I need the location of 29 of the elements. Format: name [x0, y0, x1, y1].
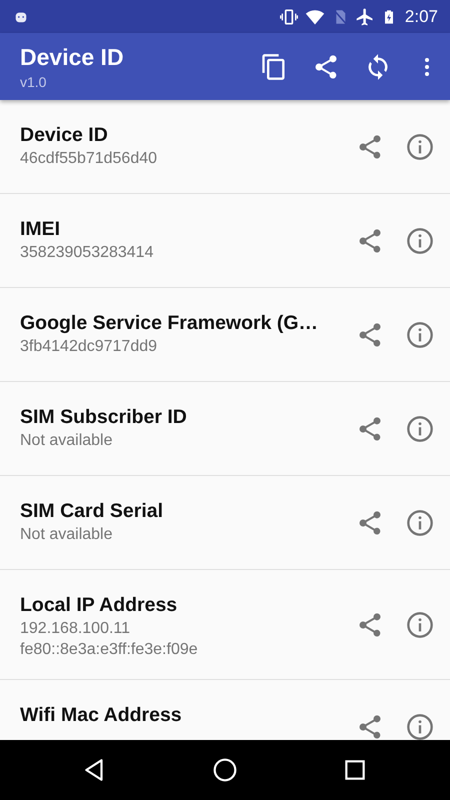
clock: 2:07	[404, 6, 438, 26]
info-icon	[406, 712, 434, 740]
app-version: v1.0	[20, 74, 48, 90]
item-title: SIM Card Serial	[20, 500, 164, 523]
info-icon	[406, 226, 434, 254]
home-icon	[212, 757, 238, 783]
info-icon	[406, 610, 434, 638]
app-title: Device ID	[20, 44, 124, 70]
info-icon	[406, 132, 434, 160]
item-title: Local IP Address	[20, 594, 178, 617]
item-value: 192.168.100.11	[20, 620, 132, 638]
info-icon	[406, 414, 434, 442]
item-value: Not available	[20, 432, 114, 450]
item-value: Not available	[20, 526, 114, 544]
item-title: IMEI	[20, 218, 62, 241]
item-title: SIM Subscriber ID	[20, 406, 188, 429]
robot-icon	[14, 10, 28, 24]
item-value: 46cdf55b71d56d40	[20, 150, 158, 168]
item-value: fe80::8e3a:e3ff:fe3e:f09e	[20, 641, 199, 659]
item-value: 358239053283414	[20, 244, 154, 262]
info-icon	[406, 320, 434, 348]
info-icon	[406, 508, 434, 536]
item-title: Device ID	[20, 124, 109, 147]
airplane-icon	[354, 6, 375, 26]
item-title: Wifi Mac Address	[20, 704, 183, 727]
vibrate-icon	[278, 6, 299, 26]
more-icon	[424, 56, 430, 76]
item-value: 3fb4142dc9717dd9	[20, 338, 158, 356]
item-title: Google Service Framework (G…	[20, 312, 320, 335]
